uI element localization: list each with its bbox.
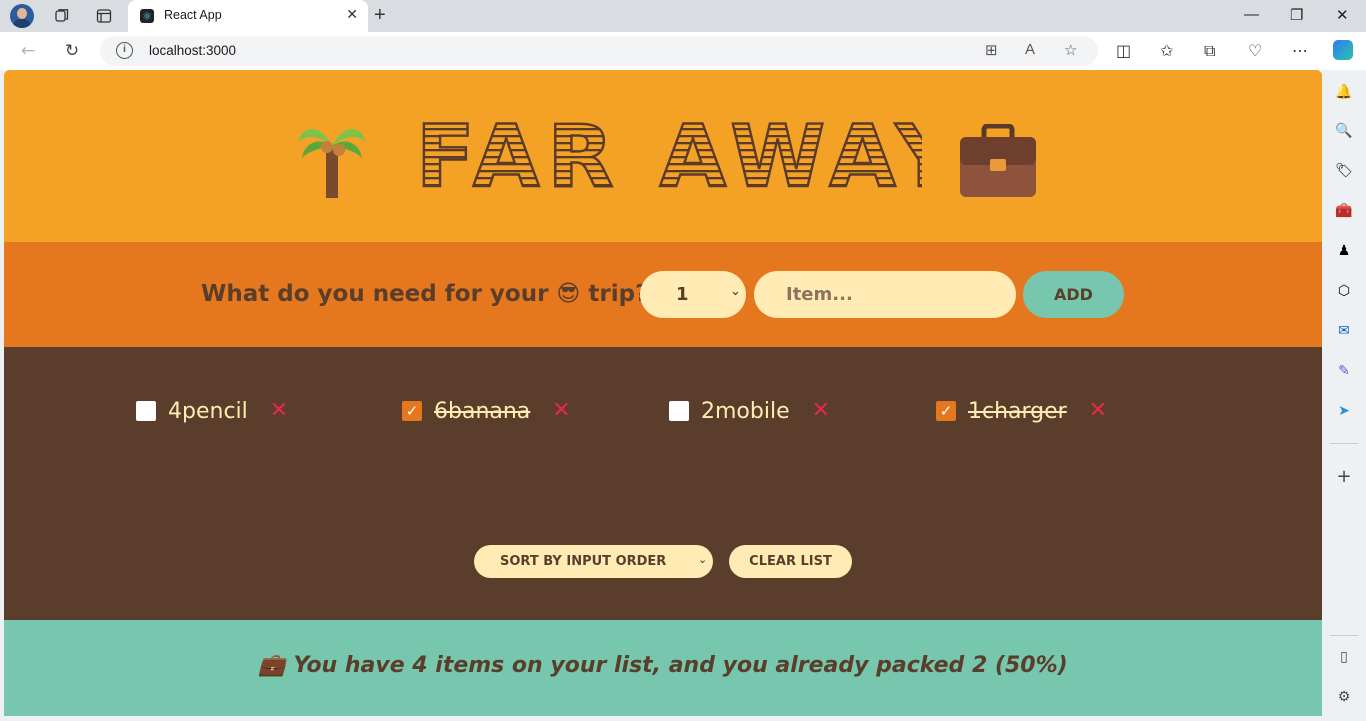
address-url[interactable]: localhost:3000 <box>149 43 236 58</box>
designer-icon[interactable]: ✎ <box>1334 361 1354 381</box>
more-options-icon[interactable]: ⋯ <box>1292 41 1308 60</box>
item-label: 4pencil <box>168 398 248 424</box>
tab-title: React App <box>164 8 222 22</box>
delete-item-icon[interactable]: ✕ <box>812 400 830 422</box>
tab-actions-icon[interactable] <box>94 6 114 26</box>
item-label: 6banana <box>434 398 531 424</box>
hide-sidebar-icon[interactable]: ▯ <box>1334 647 1354 667</box>
add-sidebar-app-icon[interactable]: + <box>1334 466 1354 487</box>
tab-close-icon[interactable]: ✕ <box>346 7 358 23</box>
list-item: 4pencil ✕ <box>136 391 288 431</box>
list-item: ✓ 6banana ✕ <box>402 391 571 431</box>
briefcase-icon <box>960 124 1036 197</box>
item-label: 1charger <box>968 398 1067 424</box>
react-favicon-icon: ⚛ <box>140 9 154 23</box>
packed-checkbox[interactable]: ✓ <box>402 401 422 421</box>
delete-item-icon[interactable]: ✕ <box>552 400 570 422</box>
profile-avatar[interactable] <box>10 4 34 28</box>
browser-title-bar: ⚛ React App ✕ + — ❐ ✕ <box>0 0 1366 32</box>
item-description-input[interactable] <box>754 271 1016 318</box>
favorites-icon[interactable]: ✩ <box>1160 41 1173 60</box>
copilot-icon[interactable] <box>1333 40 1353 60</box>
item-label: 2mobile <box>701 398 790 424</box>
app-header: FAR AWAY <box>4 70 1322 242</box>
stats-footer: 💼 You have 4 items on your list, and you… <box>4 620 1322 716</box>
brand-title: FAR AWAY <box>416 114 922 194</box>
restore-icon[interactable]: ❐ <box>1290 6 1303 24</box>
palm-tree-icon <box>298 129 366 198</box>
sidebar-settings-gear-icon[interactable]: ⚙ <box>1334 687 1354 707</box>
notifications-bell-icon[interactable]: 🔔 <box>1334 82 1354 102</box>
games-icon[interactable]: ♟ <box>1334 241 1354 261</box>
new-tab-button[interactable]: + <box>374 4 386 27</box>
minimize-icon[interactable]: — <box>1244 6 1259 23</box>
delete-item-icon[interactable]: ✕ <box>1089 400 1107 422</box>
split-screen-icon[interactable]: ◫ <box>1116 41 1131 60</box>
far-away-logo-outline: FAR AWAY <box>415 114 922 194</box>
back-arrow-icon[interactable]: ← <box>17 40 39 62</box>
outlook-icon[interactable]: ✉ <box>1334 321 1354 341</box>
add-button[interactable]: Add <box>1023 271 1124 318</box>
list-item: ✓ 1charger ✕ <box>936 391 1107 431</box>
tools-briefcase-icon[interactable]: 🧰 <box>1334 201 1354 221</box>
window-close-icon[interactable]: ✕ <box>1336 6 1349 24</box>
item-list: 4pencil ✕ ✓ 6banana ✕ 2mobile ✕ ✓ 1charg… <box>4 391 1322 431</box>
packed-checkbox[interactable] <box>136 401 156 421</box>
browser-essentials-icon[interactable]: ♡ <box>1248 41 1262 60</box>
page-viewport: FAR AWAY What do you need for your 😎 tri… <box>4 70 1322 716</box>
list-actions: Sort by input order ⌄ Clear list <box>4 544 1322 578</box>
refresh-icon[interactable]: ↻ <box>61 40 83 62</box>
delete-item-icon[interactable]: ✕ <box>270 400 288 422</box>
packed-checkbox[interactable] <box>669 401 689 421</box>
clear-list-button[interactable]: Clear list <box>729 545 852 578</box>
packing-list: 4pencil ✕ ✓ 6banana ✕ 2mobile ✕ ✓ 1charg… <box>4 347 1322 620</box>
add-item-form: What do you need for your 😎 trip? 1 ⌄ Ad… <box>4 242 1322 347</box>
stats-text: 💼 You have 4 items on your list, and you… <box>258 653 1068 678</box>
packed-checkbox[interactable]: ✓ <box>936 401 956 421</box>
sidebar-divider-bottom <box>1330 635 1358 636</box>
search-icon[interactable]: 🔍 <box>1334 121 1354 141</box>
microsoft-365-icon[interactable]: ⬡ <box>1334 281 1354 301</box>
send-telegram-icon[interactable]: ➤ <box>1334 401 1354 421</box>
address-bar[interactable]: i localhost:3000 ⊞ A ☆ <box>100 36 1098 66</box>
browser-tab-active[interactable]: ⚛ React App ✕ <box>128 0 368 32</box>
quantity-select[interactable]: 1 <box>640 271 746 318</box>
site-info-icon[interactable]: i <box>116 42 133 59</box>
collections-icon[interactable]: ⧉ <box>1204 41 1215 61</box>
sidebar-divider <box>1330 443 1358 444</box>
sort-select[interactable]: Sort by input order <box>474 545 713 578</box>
form-question-label: What do you need for your 😎 trip? <box>201 281 649 307</box>
app-available-icon[interactable]: ⊞ <box>985 41 998 59</box>
workspaces-icon[interactable] <box>52 6 72 26</box>
edge-sidebar: 🔔 🔍 🏷 🧰 ♟ ⬡ ✉ ✎ ➤ + ▯ ⚙ <box>1322 70 1366 721</box>
browser-toolbar: ← ↻ i localhost:3000 ⊞ A ☆ ◫ ✩ ⧉ ♡ ⋯ <box>0 32 1366 70</box>
shopping-tag-icon[interactable]: 🏷 <box>1334 161 1354 181</box>
list-item: 2mobile ✕ <box>669 391 830 431</box>
favorite-star-icon[interactable]: ☆ <box>1064 41 1077 59</box>
read-aloud-icon[interactable]: A <box>1025 41 1035 58</box>
